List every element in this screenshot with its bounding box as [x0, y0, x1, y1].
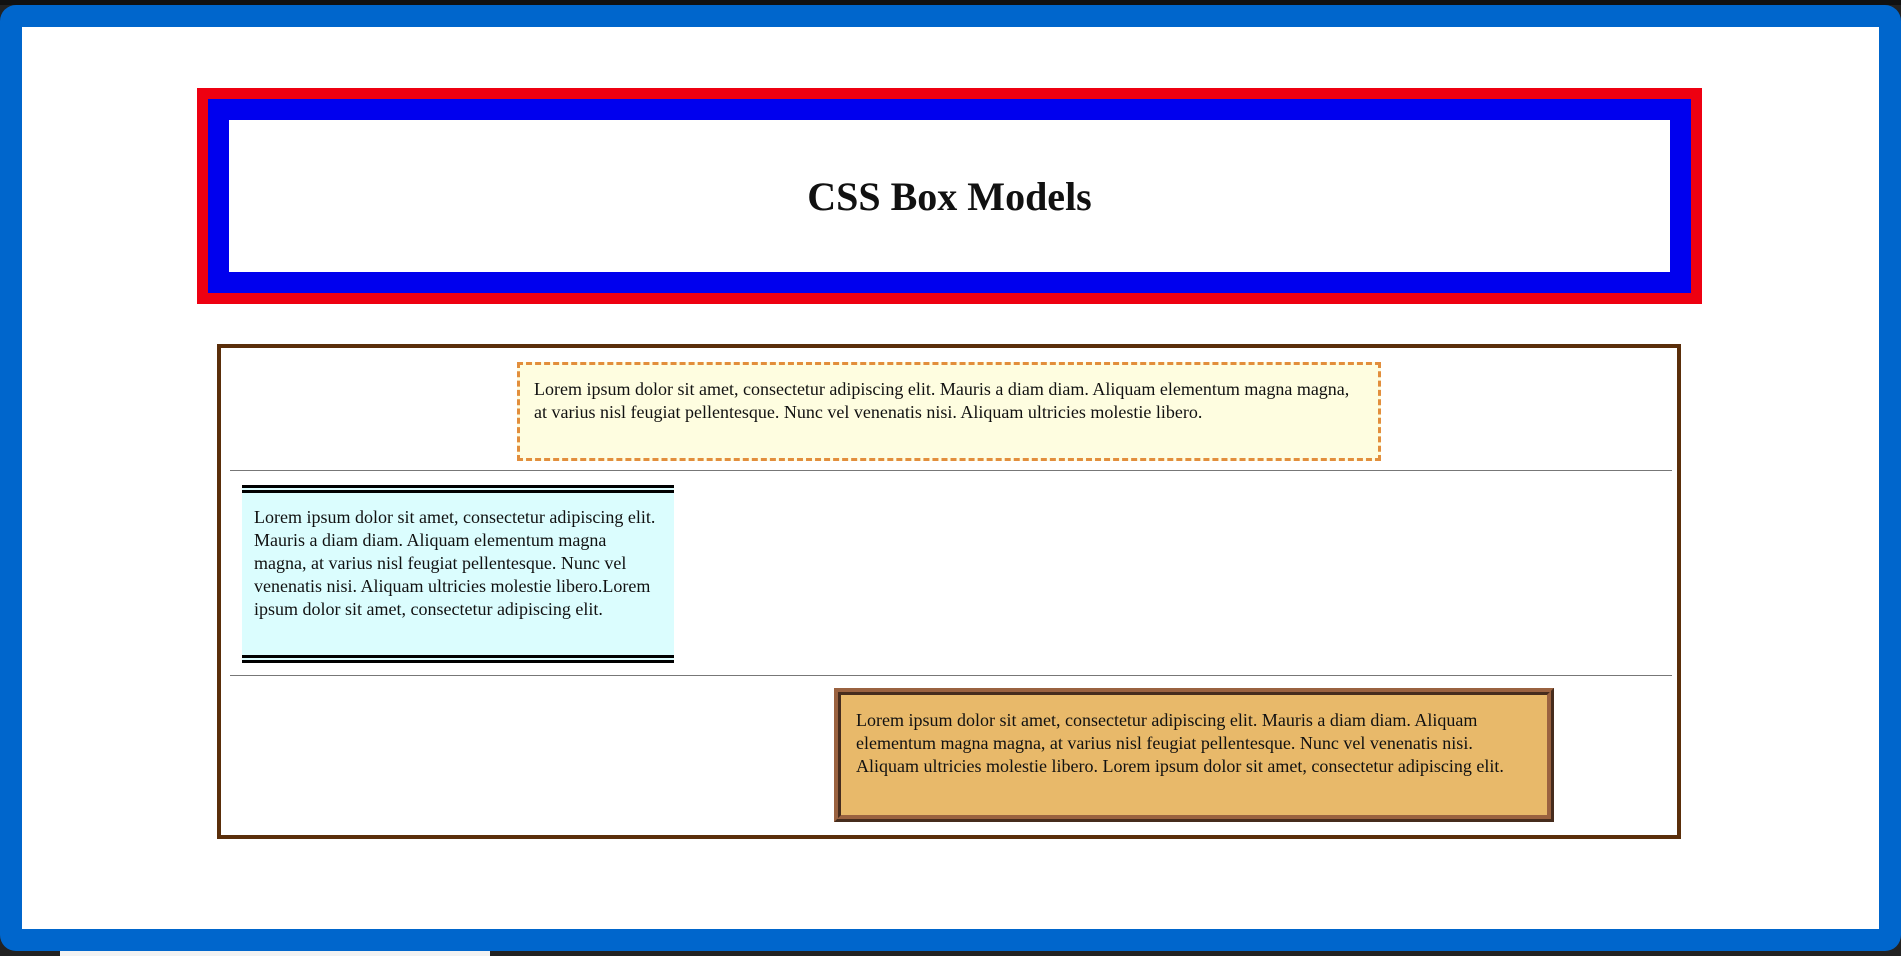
- dashed-box: Lorem ipsum dolor sit amet, consectetur …: [517, 362, 1381, 461]
- ridge-box-text: Lorem ipsum dolor sit amet, consectetur …: [856, 710, 1504, 776]
- page-title: CSS Box Models: [807, 173, 1092, 219]
- double-border-box-text: Lorem ipsum dolor sit amet, consectetur …: [254, 507, 656, 619]
- divider-2: [230, 675, 1672, 676]
- content-container: Lorem ipsum dolor sit amet, consectetur …: [217, 344, 1681, 839]
- header-inner: CSS Box Models: [229, 120, 1670, 272]
- double-border-box: Lorem ipsum dolor sit amet, consectetur …: [242, 485, 674, 663]
- window-bottom-strip: [60, 951, 490, 956]
- dashed-box-text: Lorem ipsum dolor sit amet, consectetur …: [534, 379, 1350, 422]
- header-box: CSS Box Models: [197, 88, 1702, 304]
- divider-1: [230, 470, 1672, 471]
- ridge-box: Lorem ipsum dolor sit amet, consectetur …: [834, 688, 1554, 822]
